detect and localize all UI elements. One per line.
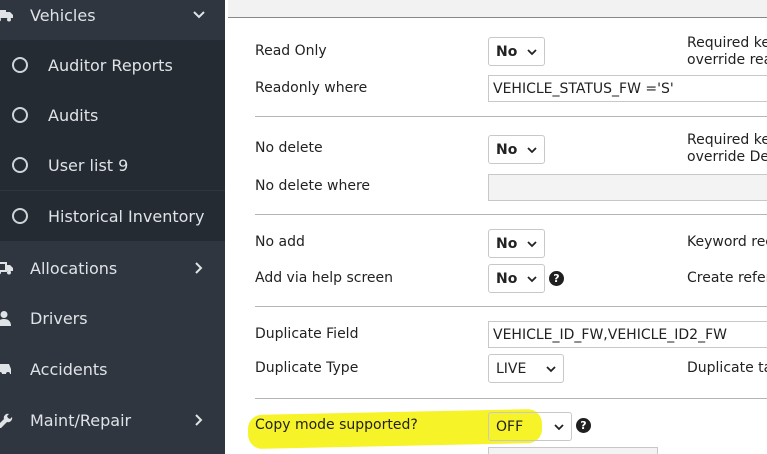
settings-panel: Read Only No Required ke override rea Re…	[228, 0, 767, 454]
required-keyword-label-2: Required ke	[687, 132, 767, 148]
copy-mode-value: OFF	[496, 418, 524, 435]
duplicate-type-select[interactable]: LIVE	[488, 354, 564, 383]
nav-vehicles[interactable]: Vehicles	[0, 0, 225, 40]
wrench-icon	[0, 410, 14, 430]
no-delete-label: No delete	[255, 140, 323, 156]
nav-maint-repair-label: Maint/Repair	[30, 410, 132, 430]
no-delete-value: No	[496, 141, 518, 158]
create-reference-label: Create refer	[687, 270, 767, 286]
divider	[255, 214, 767, 215]
chevron-right-icon	[191, 412, 207, 428]
sidebar-item-label: Auditor Reports	[48, 55, 173, 75]
chevron-down-icon	[191, 7, 207, 23]
circle-icon	[12, 107, 28, 123]
add-via-help-label: Add via help screen	[255, 270, 394, 286]
sidebar-item-label: Audits	[48, 105, 99, 125]
partial-input[interactable]	[488, 447, 658, 454]
divider	[255, 398, 767, 399]
user-icon	[0, 308, 14, 328]
nav-drivers[interactable]: Drivers	[0, 293, 225, 343]
read-only-select[interactable]: No	[488, 37, 545, 66]
nav-accidents[interactable]: Accidents	[0, 344, 225, 394]
chevron-down-icon	[554, 424, 564, 431]
no-delete-select[interactable]: No	[488, 135, 545, 164]
chevron-down-icon	[527, 147, 537, 154]
circle-icon	[12, 57, 28, 73]
sidebar-item-user-list-9[interactable]: User list 9	[0, 140, 225, 190]
top-bar	[228, 0, 767, 18]
add-via-help-value: No	[496, 270, 518, 287]
circle-icon	[12, 157, 28, 173]
sidebar-item-label: User list 9	[48, 155, 129, 175]
nav-allocations-label: Allocations	[30, 258, 118, 278]
copy-mode-select[interactable]: OFF	[488, 412, 572, 441]
readonly-where-input[interactable]: VEHICLE_STATUS_FW ='S'	[488, 75, 767, 102]
override-read-label: override rea	[687, 52, 767, 68]
help-icon[interactable]: ?	[549, 271, 564, 286]
chevron-down-icon	[527, 49, 537, 56]
sidebar: Vehicles Auditor Reports Audits User lis…	[0, 0, 225, 454]
nav-maint-repair[interactable]: Maint/Repair	[0, 395, 225, 445]
no-add-label: No add	[255, 234, 305, 250]
read-only-value: No	[496, 43, 518, 60]
duplicate-table-label: Duplicate ta	[687, 360, 767, 376]
duplicate-field-label: Duplicate Field	[255, 326, 359, 342]
chevron-down-icon	[546, 366, 556, 373]
circle-icon	[12, 208, 28, 224]
nav-accidents-label: Accidents	[30, 359, 108, 379]
copy-mode-label: Copy mode supported?	[255, 417, 418, 433]
car-crash-icon	[0, 359, 14, 379]
keyword-required-label: Keyword rec	[687, 234, 767, 250]
truck-arrow-icon	[0, 258, 14, 278]
required-keyword-label: Required ke	[687, 35, 767, 51]
divider	[255, 306, 767, 307]
no-delete-where-input[interactable]	[488, 174, 767, 201]
no-delete-where-label: No delete where	[255, 178, 371, 194]
nav-vehicles-label: Vehicles	[30, 5, 96, 25]
duplicate-type-label: Duplicate Type	[255, 360, 359, 376]
duplicate-type-value: LIVE	[496, 360, 527, 377]
nav-drivers-label: Drivers	[30, 308, 88, 328]
override-delete-label: override Del	[687, 149, 767, 165]
sidebar-item-audits[interactable]: Audits	[0, 90, 225, 140]
sidebar-item-label: Historical Inventory	[48, 206, 205, 226]
sidebar-item-auditor-reports[interactable]: Auditor Reports	[0, 40, 225, 90]
truck-icon	[0, 5, 14, 25]
chevron-down-icon	[527, 241, 537, 248]
duplicate-field-input[interactable]: VEHICLE_ID_FW,VEHICLE_ID2_FW	[488, 321, 767, 348]
chevron-right-icon	[191, 260, 207, 276]
readonly-where-label: Readonly where	[255, 80, 368, 96]
add-via-help-select[interactable]: No	[488, 264, 545, 293]
sidebar-item-historical-inventory[interactable]: Historical Inventory	[0, 191, 225, 241]
no-add-value: No	[496, 235, 518, 252]
divider	[255, 116, 767, 117]
help-icon[interactable]: ?	[576, 418, 591, 433]
nav-allocations[interactable]: Allocations	[0, 243, 225, 293]
chevron-down-icon	[527, 276, 537, 283]
read-only-label: Read Only	[255, 43, 327, 59]
no-add-select[interactable]: No	[488, 229, 545, 258]
